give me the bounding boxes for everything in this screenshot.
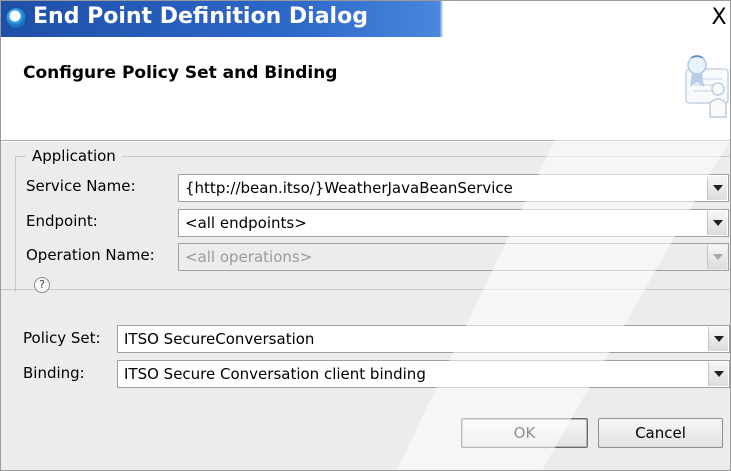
service-name-value: {http://bean.itso/}WeatherJavaBeanServic… bbox=[185, 179, 513, 197]
endpoint-combo[interactable]: <all endpoints> bbox=[178, 209, 729, 237]
dialog-header: Configure Policy Set and Binding bbox=[1, 37, 730, 141]
operation-name-combo: <all operations> bbox=[178, 243, 729, 271]
service-name-combo[interactable]: {http://bean.itso/}WeatherJavaBeanServic… bbox=[178, 174, 729, 202]
close-icon[interactable]: X bbox=[708, 7, 730, 31]
section-divider bbox=[1, 289, 730, 290]
policy-set-value: ITSO SecureConversation bbox=[124, 330, 315, 348]
binding-label: Binding: bbox=[23, 364, 85, 382]
endpoint-label: Endpoint: bbox=[26, 212, 98, 230]
title-bar[interactable]: End Point Definition Dialog X bbox=[1, 1, 730, 37]
chevron-down-icon bbox=[707, 245, 727, 269]
window-title: End Point Definition Dialog bbox=[33, 4, 368, 29]
operation-name-value: <all operations> bbox=[185, 248, 313, 266]
policy-set-combo[interactable]: ITSO SecureConversation bbox=[117, 325, 730, 353]
application-group: Application Service Name: {http://bean.i… bbox=[15, 147, 730, 292]
ok-button[interactable]: OK bbox=[461, 418, 588, 448]
certificate-user-icon bbox=[685, 55, 729, 118]
chevron-down-icon[interactable] bbox=[708, 362, 728, 386]
dialog-content: Application Service Name: {http://bean.i… bbox=[1, 142, 730, 470]
cancel-button[interactable]: Cancel bbox=[598, 418, 723, 448]
eclipse-dialog-icon bbox=[5, 7, 27, 29]
binding-value: ITSO Secure Conversation client binding bbox=[124, 365, 426, 383]
dialog-window: End Point Definition Dialog X Configure … bbox=[0, 0, 731, 471]
service-name-label: Service Name: bbox=[26, 177, 136, 195]
help-icon[interactable]: ? bbox=[34, 277, 50, 293]
header-title: Configure Policy Set and Binding bbox=[23, 63, 338, 83]
operation-name-label: Operation Name: bbox=[26, 246, 155, 264]
chevron-down-icon[interactable] bbox=[707, 176, 727, 200]
endpoint-value: <all endpoints> bbox=[185, 214, 307, 232]
policy-set-label: Policy Set: bbox=[23, 329, 101, 347]
application-group-legend: Application bbox=[26, 147, 122, 165]
binding-combo[interactable]: ITSO Secure Conversation client binding bbox=[117, 360, 730, 388]
chevron-down-icon[interactable] bbox=[707, 211, 727, 235]
chevron-down-icon[interactable] bbox=[708, 327, 728, 351]
